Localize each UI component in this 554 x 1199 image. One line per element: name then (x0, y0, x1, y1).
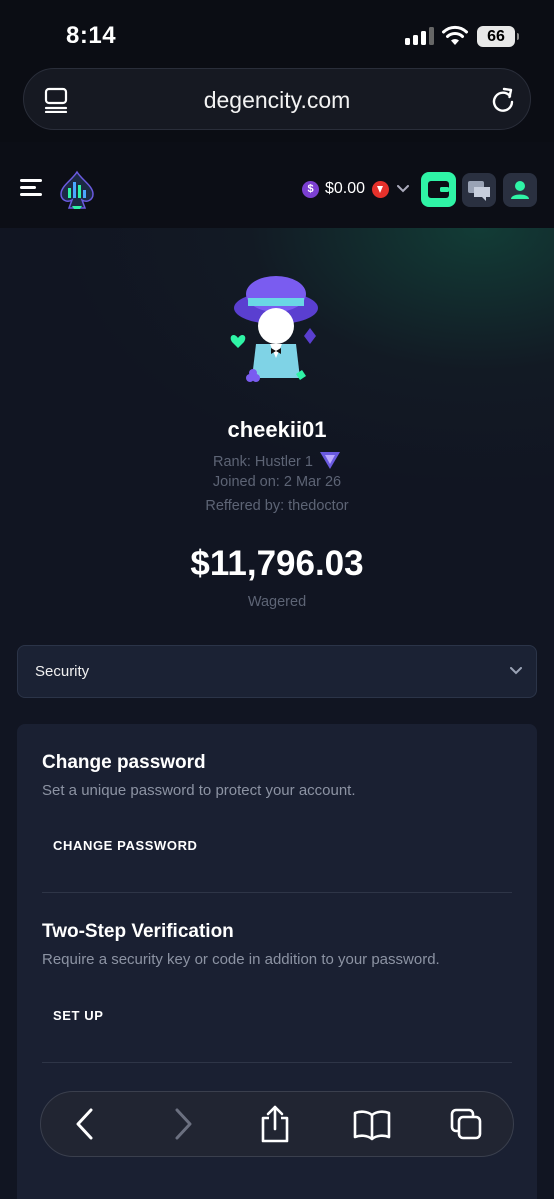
section-select-value: Security (35, 663, 90, 680)
browser-url-area: degencity.com (0, 62, 554, 142)
site-logo-icon[interactable] (58, 170, 96, 210)
chat-button[interactable] (462, 173, 496, 207)
username: cheekii01 (227, 417, 327, 442)
back-icon[interactable] (73, 1107, 97, 1141)
profile-hero: cheekii01 Rank: Hustler 1 Joined on: 2 M… (0, 228, 554, 648)
chevron-down-icon (510, 667, 522, 675)
battery-indicator: 66 (477, 26, 519, 47)
wallet-button[interactable] (421, 172, 456, 207)
rank-line: Rank: Hustler 1 (0, 450, 554, 470)
share-icon[interactable] (258, 1104, 292, 1144)
section-select[interactable]: Security (17, 645, 537, 698)
rank-text: Rank: Hustler 1 (213, 454, 313, 470)
gem-icon (372, 180, 390, 198)
change-password-title: Change password (42, 752, 206, 773)
section-divider (42, 892, 512, 893)
two-step-title: Two-Step Verification (42, 921, 234, 942)
status-time: 8:14 (66, 22, 117, 49)
change-password-button[interactable]: CHANGE PASSWORD (53, 838, 198, 853)
section-divider (42, 1062, 512, 1063)
status-bar: 8:14 66 (0, 0, 554, 62)
url-text[interactable]: degencity.com (24, 87, 530, 114)
browser-toolbar (40, 1091, 514, 1157)
referred-by: Reffered by: thedoctor (205, 498, 349, 514)
two-step-setup-button[interactable]: SET UP (53, 1008, 104, 1023)
site-header: $ $0.00 (0, 142, 554, 228)
rank-badge-icon (319, 452, 340, 469)
user-icon (511, 181, 529, 199)
forward-icon[interactable] (171, 1107, 195, 1141)
joined-date: Joined on: 2 Mar 26 (212, 474, 342, 490)
chevron-down-icon[interactable] (397, 185, 410, 193)
address-bar[interactable]: degencity.com (23, 68, 531, 130)
balance-amount: $0.00 (325, 180, 366, 197)
wifi-icon (442, 25, 468, 45)
page: 8:14 66 degencity.com $ $0.00 cheekii01 … (0, 0, 554, 1199)
chat-icon (468, 181, 490, 201)
hamburger-menu-icon[interactable] (20, 179, 42, 197)
wallet-icon (428, 181, 449, 198)
bookmarks-icon[interactable] (353, 1109, 391, 1141)
currency-coin-icon: $ (302, 180, 319, 198)
cellular-signal-icon (405, 27, 435, 45)
tabs-icon[interactable] (449, 1107, 483, 1141)
wagered-amount: $11,796.03 (190, 544, 364, 583)
two-step-description: Require a security key or code in additi… (42, 951, 440, 968)
wallet-balance[interactable]: $ $0.00 (302, 179, 410, 199)
profile-button[interactable] (503, 173, 537, 207)
reload-icon[interactable] (490, 86, 516, 114)
avatar (230, 276, 318, 382)
change-password-description: Set a unique password to protect your ac… (42, 782, 356, 799)
wagered-label: Wagered (247, 594, 307, 610)
